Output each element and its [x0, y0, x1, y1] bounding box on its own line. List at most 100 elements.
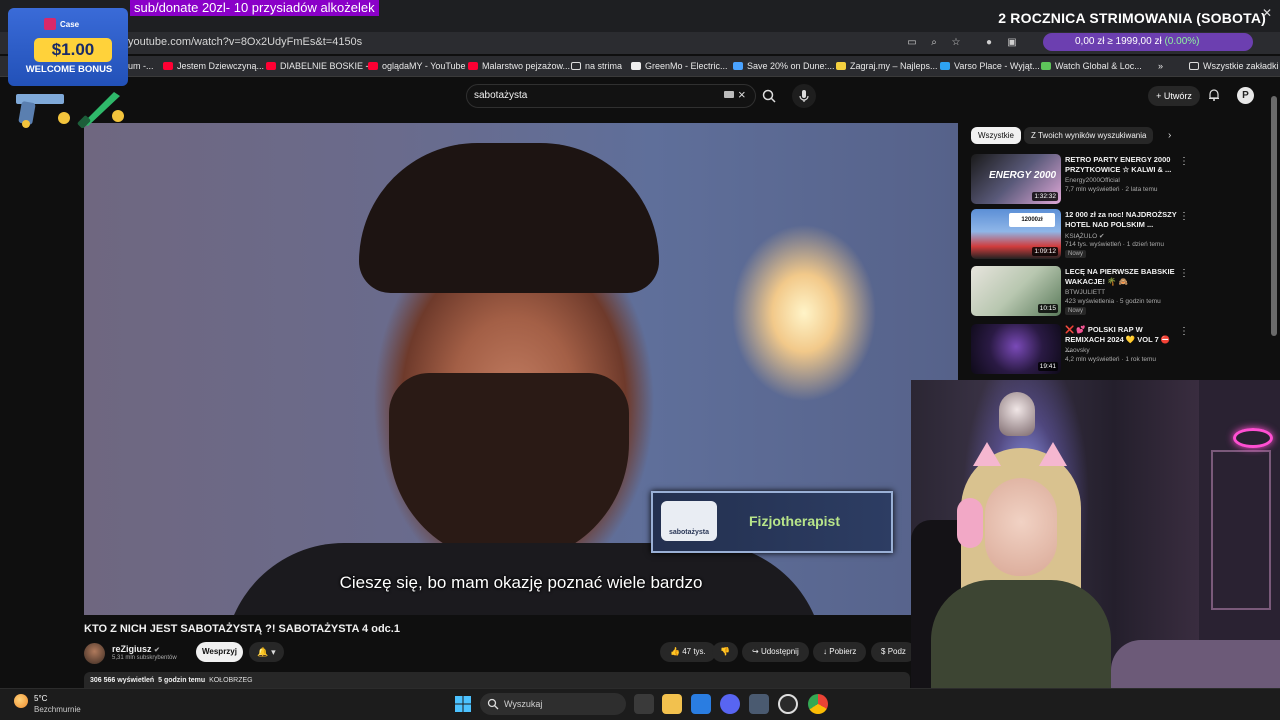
avatar[interactable]: P	[1237, 87, 1254, 104]
bookmarks-overflow-icon[interactable]: »	[1158, 61, 1163, 71]
video-thumbnail[interactable]: 12000zł 1:09:12	[971, 209, 1061, 259]
cat-ear-right	[1039, 442, 1067, 466]
bookmark-item[interactable]: um -...	[128, 61, 154, 71]
casino-brand: Case	[60, 20, 80, 29]
obs-icon[interactable]	[778, 694, 798, 714]
lower-third-caption: sabotażysta Fizjotherapist	[651, 491, 893, 553]
zoom-icon[interactable]: ⌕	[928, 37, 940, 49]
taskbar-search-placeholder: Wyszukaj	[504, 699, 543, 709]
list-item[interactable]: 19:41 ❌ 💕 POLSKI RAP W REMIXACH 2024 💛 V…	[971, 324, 1191, 376]
video-thumbnail[interactable]: 10:15	[971, 266, 1061, 316]
neon-lips-sign	[1233, 428, 1273, 448]
rec-title[interactable]: LECĘ NA PIERWSZE BABSKIE WAKACJE! 🌴 🙈	[1065, 267, 1177, 287]
video-subtitle: Cieszę się, bo mam okazję poznać wiele b…	[339, 573, 703, 592]
all-bookmarks[interactable]: Wszystkie zakładki	[1189, 61, 1279, 71]
video-description-header[interactable]: 306 566 wyświetleń 5 godzin temu KOŁOBRZ…	[84, 672, 910, 688]
folder-icon	[1189, 62, 1199, 70]
channel-avatar[interactable]	[84, 643, 105, 664]
video-player[interactable]: sabotażysta Fizjotherapist Cieszę się, b…	[84, 123, 958, 615]
like-icon: 👍	[670, 647, 680, 656]
channel-subscribers: 5,31 mln subskrybentów	[112, 655, 177, 661]
video-thumbnail[interactable]: ENERGY 2000 1:32:32	[971, 154, 1061, 204]
notifications-icon[interactable]	[1207, 88, 1221, 102]
rec-meta: 4,2 mln wyświetleń · 1 rok temu	[1065, 356, 1157, 363]
url-text[interactable]: youtube.com/watch?v=8Ox2UdyFmEs&t=4150s	[128, 36, 362, 48]
share-button[interactable]: ↪ Udostępnij	[742, 642, 809, 662]
crypto-target: 1999,00 zł	[1115, 36, 1162, 47]
thanks-button[interactable]: $ Podz	[871, 642, 916, 662]
stream-title: 2 ROCZNICA STRIMOWANIA (SOBOTA)	[998, 10, 1266, 26]
create-button[interactable]: + Utwórz	[1148, 86, 1200, 106]
zagraj-icon	[836, 62, 846, 70]
webcam-shelf	[1211, 450, 1271, 610]
search-query[interactable]: sabotażysta	[474, 90, 527, 101]
bookmark-item[interactable]: Malarstwo pejzażow...	[468, 61, 570, 71]
duration-badge: 10:15	[1037, 304, 1058, 313]
voice-search-button[interactable]	[792, 84, 816, 108]
chrome-icon[interactable]	[808, 694, 828, 714]
install-icon[interactable]: ▭	[906, 37, 918, 49]
weather-temperature[interactable]: 5°C	[34, 694, 47, 703]
folder-icon	[571, 62, 581, 70]
weather-icon[interactable]	[14, 694, 28, 708]
webcam-headset	[957, 498, 983, 548]
like-button[interactable]: 👍 47 tys.	[660, 642, 716, 662]
list-item[interactable]: ENERGY 2000 1:32:32 RETRO PARTY ENERGY 2…	[971, 154, 1191, 206]
page-scrollbar[interactable]	[1271, 96, 1277, 336]
more-menu-icon[interactable]: ⋮	[1179, 156, 1189, 167]
store-icon[interactable]	[691, 694, 711, 714]
keyboard-icon[interactable]	[724, 91, 734, 98]
bookmark-item[interactable]: Jestem Dziewczyną...	[163, 61, 264, 71]
channel-name[interactable]: reZigiusz ✔	[112, 644, 160, 654]
rec-title[interactable]: RETRO PARTY ENERGY 2000 PRZYTKOWICE ☆ KA…	[1065, 155, 1177, 175]
bookmark-item[interactable]: Watch Global & Loc...	[1041, 61, 1142, 71]
list-item[interactable]: 12000zł 1:09:12 12 000 zł za noc! NAJDRO…	[971, 209, 1191, 261]
bookmark-item[interactable]: Zagraj.my – Najleps...	[836, 61, 938, 71]
youtube-icon	[163, 62, 173, 70]
chip-from-search[interactable]: Z Twoich wyników wyszukiwania	[1024, 127, 1154, 144]
video-thumbnail[interactable]: 19:41	[971, 324, 1061, 374]
more-menu-icon[interactable]: ⋮	[1179, 268, 1189, 279]
taskbar-search[interactable]	[480, 693, 626, 715]
location-tag: KOŁOBRZEG	[209, 677, 253, 684]
chevron-right-icon[interactable]: ›	[1168, 130, 1171, 141]
dislike-button[interactable]: 👎	[712, 642, 738, 662]
discord-icon[interactable]	[720, 694, 740, 714]
dislike-icon: 👎	[720, 647, 730, 656]
bookmark-item[interactable]: oglądaMY - YouTube	[368, 61, 466, 71]
more-menu-icon[interactable]: ⋮	[1179, 211, 1189, 222]
crypto-value: 0,00 zł	[1075, 36, 1105, 47]
casino-ad[interactable]: Case $1.00 WELCOME BONUS	[8, 8, 128, 130]
weather-description[interactable]: Bezchmurnie	[34, 705, 81, 714]
close-icon[interactable]: ✕	[1262, 6, 1272, 20]
chip-all[interactable]: Wszystkie	[971, 127, 1021, 144]
verified-icon: ✔	[154, 647, 160, 654]
bookmark-item[interactable]: Varso Place - Wyjąt...	[940, 61, 1040, 71]
list-item[interactable]: 10:15 LECĘ NA PIERWSZE BABSKIE WAKACJE! …	[971, 266, 1191, 318]
download-button[interactable]: ↓ Pobierz	[813, 642, 867, 662]
rec-title[interactable]: 12 000 zł za noc! NAJDROŻSZY HOTEL NAD P…	[1065, 210, 1177, 230]
bookmark-star-icon[interactable]: ☆	[950, 37, 962, 49]
bookmark-item[interactable]: GreenMo - Electric...	[631, 61, 728, 71]
support-button[interactable]: Wesprzyj	[196, 642, 243, 662]
webcam-overlay	[911, 380, 1280, 720]
clear-search-icon[interactable]: ×	[738, 87, 746, 102]
file-explorer-icon[interactable]	[662, 694, 682, 714]
bookmark-item[interactable]: DIABELNIE BOSKIE -...	[266, 61, 376, 71]
mic-icon	[799, 90, 809, 102]
more-menu-icon[interactable]: ⋮	[1179, 326, 1189, 337]
upload-time: 5 godzin temu	[158, 677, 206, 684]
settings-icon[interactable]	[749, 694, 769, 714]
task-view-icon[interactable]	[634, 694, 654, 714]
thanks-icon: $	[881, 647, 886, 656]
search-button[interactable]	[756, 84, 782, 108]
subscription-bell-button[interactable]: 🔔 ▾	[249, 642, 284, 662]
download-icon: ↓	[823, 647, 827, 656]
sabotazysta-logo: sabotażysta	[661, 501, 717, 541]
bookmark-folder[interactable]: na strima	[571, 61, 622, 71]
watch-icon	[1041, 62, 1051, 70]
extension-icon[interactable]: ●	[983, 37, 995, 49]
bookmark-item[interactable]: Save 20% on Dune:...	[733, 61, 835, 71]
start-icon[interactable]	[455, 696, 471, 712]
extension-icon[interactable]: ▣	[1006, 37, 1018, 49]
